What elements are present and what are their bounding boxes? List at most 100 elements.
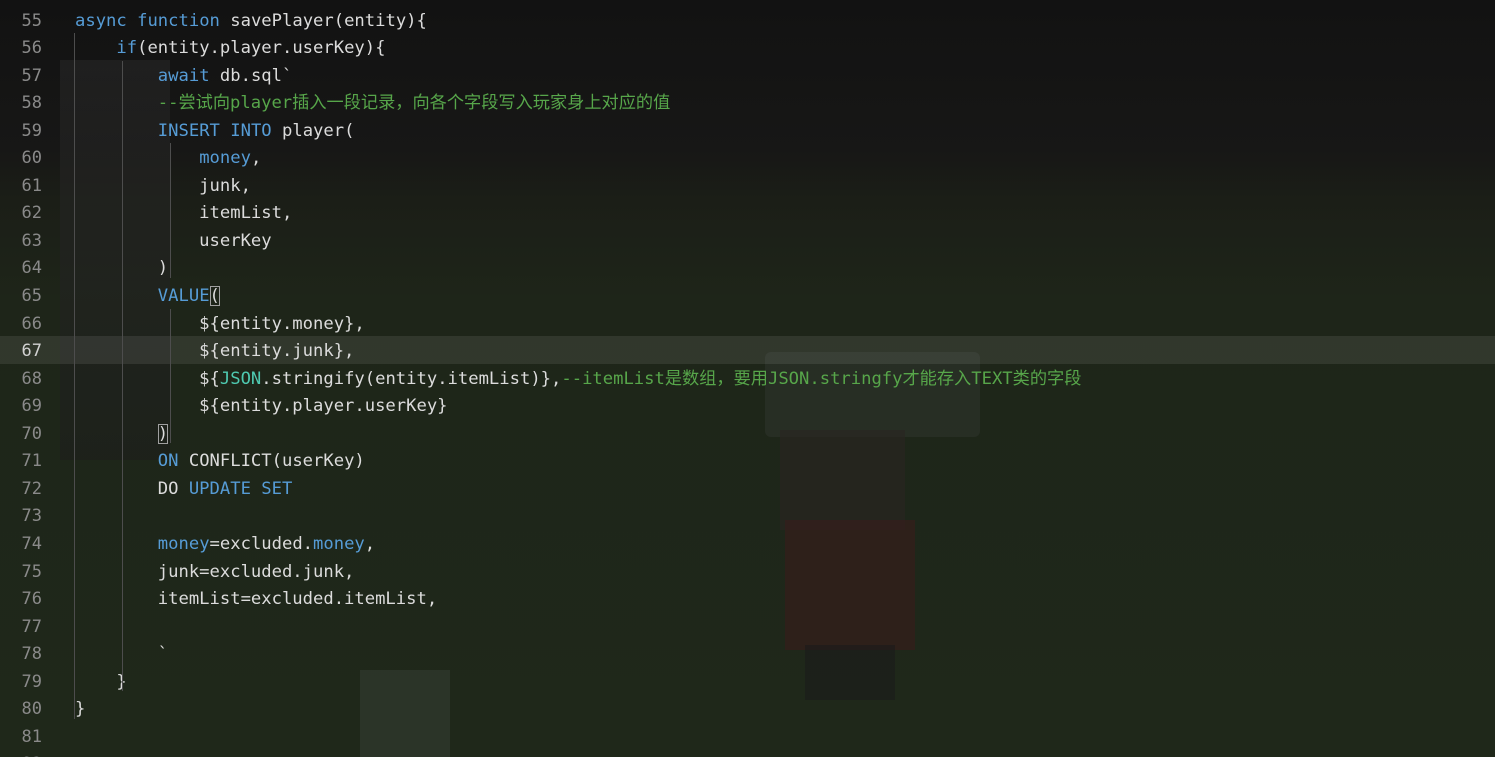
code-line[interactable]: 55 async function savePlayer(entity){ <box>0 6 1495 34</box>
code-line[interactable]: 69 ${entity.player.userKey} <box>0 391 1495 419</box>
code-token: itemList, <box>75 203 293 224</box>
code-line[interactable]: 64 ) <box>0 253 1495 281</box>
code-token: if <box>116 38 138 59</box>
code-text[interactable]: junk=excluded.junk, <box>75 562 355 582</box>
code-line[interactable]: 68 ${JSON.stringify(entity.itemList)},--… <box>0 364 1495 392</box>
code-line[interactable]: 72 DO UPDATE SET <box>0 474 1495 502</box>
code-token: ${entity.junk}, <box>75 341 355 362</box>
line-number: 66 <box>21 313 42 334</box>
line-number: 55 <box>21 10 42 31</box>
code-line[interactable]: 61 junk, <box>0 171 1495 199</box>
code-text[interactable]: INSERT INTO player( <box>75 121 355 141</box>
code-text[interactable]: ${entity.player.userKey} <box>75 396 448 417</box>
code-text[interactable]: userKey <box>75 231 271 251</box>
line-number: 63 <box>21 230 42 251</box>
code-text[interactable]: ${entity.junk}, <box>75 341 354 361</box>
code-line[interactable]: 82 <box>0 749 1495 757</box>
line-number: 79 <box>21 671 42 692</box>
code-line[interactable]: 71 ON CONFLICT(userKey) <box>0 446 1495 474</box>
code-text[interactable]: ${JSON.stringify(entity.itemList)},--ite… <box>75 369 1081 389</box>
line-number: 76 <box>21 589 42 610</box>
code-line[interactable]: 73 <box>0 501 1495 529</box>
code-token: money <box>199 148 251 169</box>
code-token: itemList=excluded.itemList, <box>75 589 438 610</box>
indent-guide <box>122 60 124 692</box>
code-token: money <box>157 533 210 554</box>
code-line[interactable]: 63 userKey <box>0 226 1495 254</box>
code-token: CONFLICT(userKey) <box>178 451 365 472</box>
code-line[interactable]: 59 INSERT INTO player( <box>0 116 1495 144</box>
code-line[interactable]: 76 itemList=excluded.itemList, <box>0 584 1495 612</box>
code-text[interactable]: itemList, <box>75 203 292 223</box>
code-text[interactable]: if(entity.player.userKey){ <box>75 38 385 58</box>
matched-bracket: ( <box>209 286 220 306</box>
line-number: 81 <box>21 726 42 747</box>
code-line[interactable]: 65 VALUE( <box>0 281 1495 309</box>
code-editor[interactable]: 55 async function savePlayer(entity){56 i… <box>0 0 1495 757</box>
code-token: (entity.player.userKey){ <box>137 38 386 59</box>
code-line[interactable]: 75 junk=excluded.junk, <box>0 557 1495 585</box>
code-token: --尝试向player插入一段记录，向各个字段写入玩家身上对应的值 <box>157 93 671 114</box>
line-number: 61 <box>21 175 42 196</box>
code-token: } <box>75 671 127 692</box>
code-token: VALUE <box>157 286 210 306</box>
line-number: 57 <box>21 65 42 86</box>
code-line[interactable]: 57 await db.sql` <box>0 61 1495 89</box>
code-token: ${entity.player.userKey} <box>75 396 448 417</box>
code-text[interactable]: money=excluded.money, <box>75 534 375 554</box>
code-line[interactable]: 74 money=excluded.money, <box>0 529 1495 557</box>
code-text[interactable]: } <box>75 671 127 692</box>
code-line[interactable]: 56 if(entity.player.userKey){ <box>0 33 1495 61</box>
code-line[interactable]: 58 --尝试向player插入一段记录，向各个字段写入玩家身上对应的值 <box>0 88 1495 116</box>
code-line[interactable]: 77 <box>0 612 1495 640</box>
line-number: 71 <box>21 451 42 472</box>
line-number: 60 <box>21 148 42 169</box>
code-token: junk, <box>75 175 251 196</box>
code-text[interactable]: --尝试向player插入一段记录，向各个字段写入玩家身上对应的值 <box>75 93 670 113</box>
code-text[interactable]: VALUE( <box>75 286 220 306</box>
code-token: , <box>364 533 376 554</box>
code-token: async <box>75 10 127 31</box>
code-line[interactable]: 81 <box>0 722 1495 750</box>
code-line[interactable]: 80} <box>0 694 1495 722</box>
code-token: await <box>157 65 210 86</box>
code-token: , <box>250 148 262 169</box>
code-line[interactable]: 67 ${entity.junk}, <box>0 336 1495 364</box>
code-token: db.sql` <box>209 65 293 86</box>
code-text[interactable]: junk, <box>75 176 251 196</box>
line-number: 74 <box>21 533 42 554</box>
code-text[interactable]: await db.sql` <box>75 65 293 86</box>
code-line[interactable]: 62 itemList, <box>0 198 1495 226</box>
code-line[interactable]: 78 ` <box>0 639 1495 667</box>
code-token: } <box>75 699 86 720</box>
code-text[interactable]: ON CONFLICT(userKey) <box>75 451 365 471</box>
code-line[interactable]: 79 } <box>0 667 1495 695</box>
code-text[interactable]: } <box>75 699 85 719</box>
code-token: SET <box>261 478 293 499</box>
code-line[interactable]: 66 ${entity.money}, <box>0 309 1495 337</box>
code-token: ON <box>157 451 179 472</box>
matched-bracket: ) <box>157 423 169 444</box>
code-text[interactable]: async function savePlayer(entity){ <box>75 11 427 31</box>
code-text[interactable]: ${entity.money}, <box>75 314 365 334</box>
line-number: 78 <box>21 644 42 665</box>
line-number: 77 <box>21 616 42 637</box>
line-number: 70 <box>21 423 42 444</box>
code-token: .stringify(entity.itemList)}, <box>261 368 562 389</box>
code-line[interactable]: 70 ) <box>0 419 1495 447</box>
code-text[interactable]: itemList=excluded.itemList, <box>75 589 437 609</box>
code-token: ${entity.money}, <box>75 313 365 334</box>
line-number: 68 <box>21 368 42 389</box>
code-token: JSON <box>219 368 262 389</box>
code-line[interactable]: 60 money, <box>0 143 1495 171</box>
code-text[interactable]: DO UPDATE SET <box>75 478 293 499</box>
code-text[interactable]: money, <box>75 148 261 168</box>
